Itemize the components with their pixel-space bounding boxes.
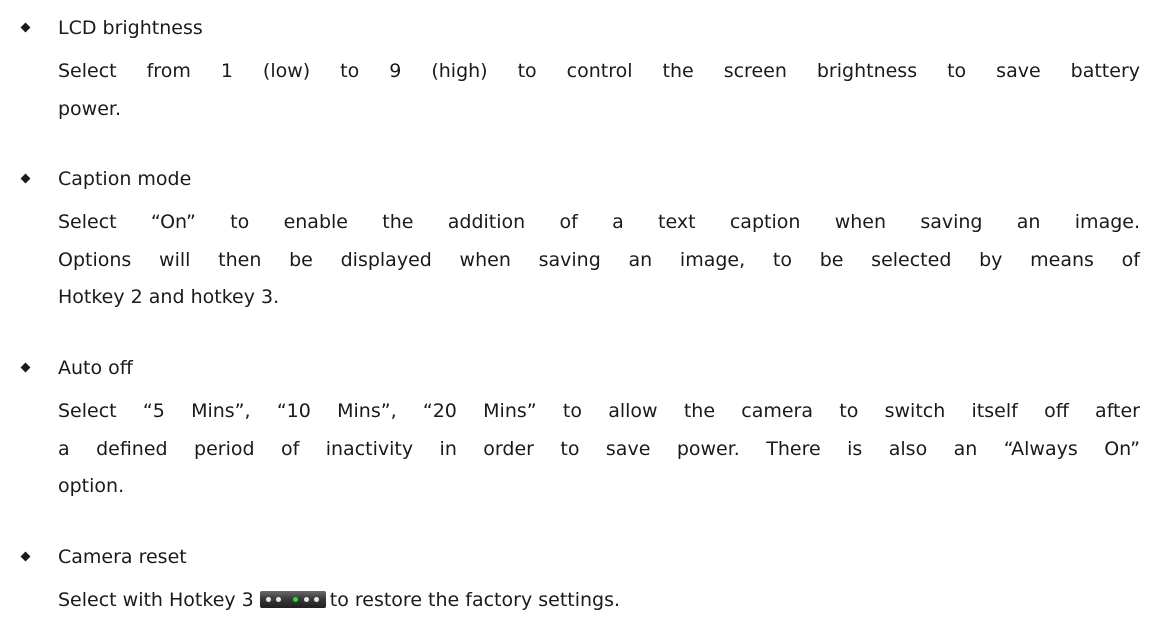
- description-text-after-icon: to restore the factory settings.: [329, 589, 621, 611]
- description-line: Select “On” to enable the addition of a …: [58, 211, 1140, 233]
- indicator-dot: [313, 597, 319, 602]
- diamond-bullet-icon: [20, 22, 31, 33]
- item-heading: Caption mode: [58, 168, 192, 190]
- description-line: Hotkey 2 and hotkey 3.: [58, 286, 280, 309]
- description-line: option.: [58, 475, 125, 498]
- diamond-bullet-icon: [20, 362, 31, 373]
- description-line: Select from 1 (low) to 9 (high) to contr…: [58, 60, 1140, 82]
- hotkey-3-indicator-icon: [259, 591, 326, 608]
- diamond-bullet-icon: [20, 173, 31, 184]
- indicator-dot-active: [292, 597, 298, 602]
- description-line: Select “5 Mins”, “10 Mins”, “20 Mins” to…: [58, 400, 1140, 422]
- item-heading: Auto off: [58, 357, 133, 379]
- indicator-dot: [303, 597, 309, 602]
- description-line: Options will then be displayed when savi…: [58, 248, 1140, 271]
- indicator-dot: [275, 597, 281, 602]
- item-description: Select “5 Mins”, “10 Mins”, “20 Mins” to…: [58, 393, 1140, 506]
- document-page: LCD brightness Select from 1 (low) to 9 …: [0, 0, 1164, 627]
- item-description: Select with Hotkey 3 to restore the fact…: [58, 582, 1140, 620]
- description-text-before-icon: Select with Hotkey 3: [58, 589, 254, 611]
- item-heading: LCD brightness: [58, 17, 203, 39]
- indicator-dot: [265, 597, 271, 602]
- description-line: a defined period of inactivity in order …: [58, 437, 1140, 460]
- diamond-bullet-icon: [20, 551, 31, 562]
- description-line: Select with Hotkey 3 to restore the fact…: [58, 582, 1140, 620]
- description-line: power.: [58, 97, 122, 120]
- item-heading: Camera reset: [58, 546, 187, 568]
- item-description: Select “On” to enable the addition of a …: [58, 204, 1140, 317]
- item-description: Select from 1 (low) to 9 (high) to contr…: [58, 53, 1140, 128]
